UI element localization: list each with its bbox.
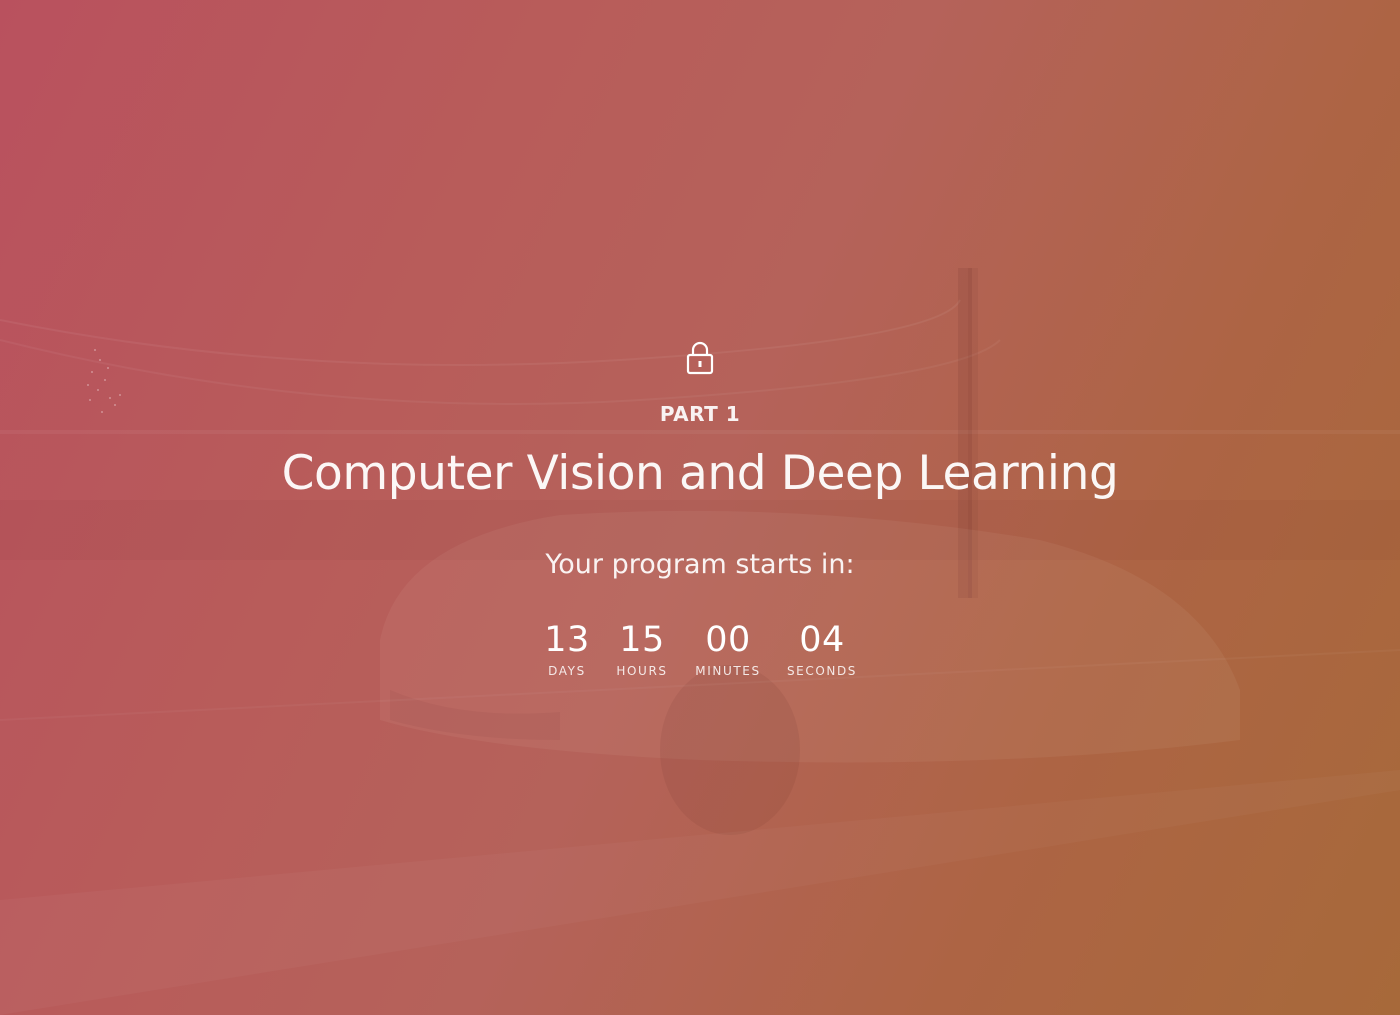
- countdown-seconds: 04 Seconds: [782, 620, 862, 678]
- minutes-label: Minutes: [695, 664, 761, 678]
- program-hero: PART 1 Computer Vision and Deep Learning…: [0, 0, 1400, 1015]
- part-label: PART 1: [659, 402, 741, 426]
- countdown-hours: 15 Hours: [610, 620, 674, 678]
- hours-value: 15: [619, 620, 665, 660]
- countdown-minutes: 00 Minutes: [688, 620, 768, 678]
- seconds-value: 04: [799, 620, 845, 660]
- days-label: Days: [548, 664, 586, 678]
- program-card: PART 1 Computer Vision and Deep Learning…: [0, 0, 1400, 1015]
- countdown-days: 13 Days: [536, 620, 598, 678]
- seconds-label: Seconds: [786, 664, 858, 678]
- minutes-value: 00: [705, 620, 751, 660]
- hours-label: Hours: [616, 664, 668, 678]
- countdown-timer: 13 Days 15 Hours 00 Minutes 04 Seconds: [520, 620, 880, 690]
- days-value: 13: [544, 620, 590, 660]
- lock-icon: [686, 341, 714, 375]
- program-title: Computer Vision and Deep Learning: [281, 446, 1119, 501]
- countdown-heading: Your program starts in:: [545, 549, 855, 580]
